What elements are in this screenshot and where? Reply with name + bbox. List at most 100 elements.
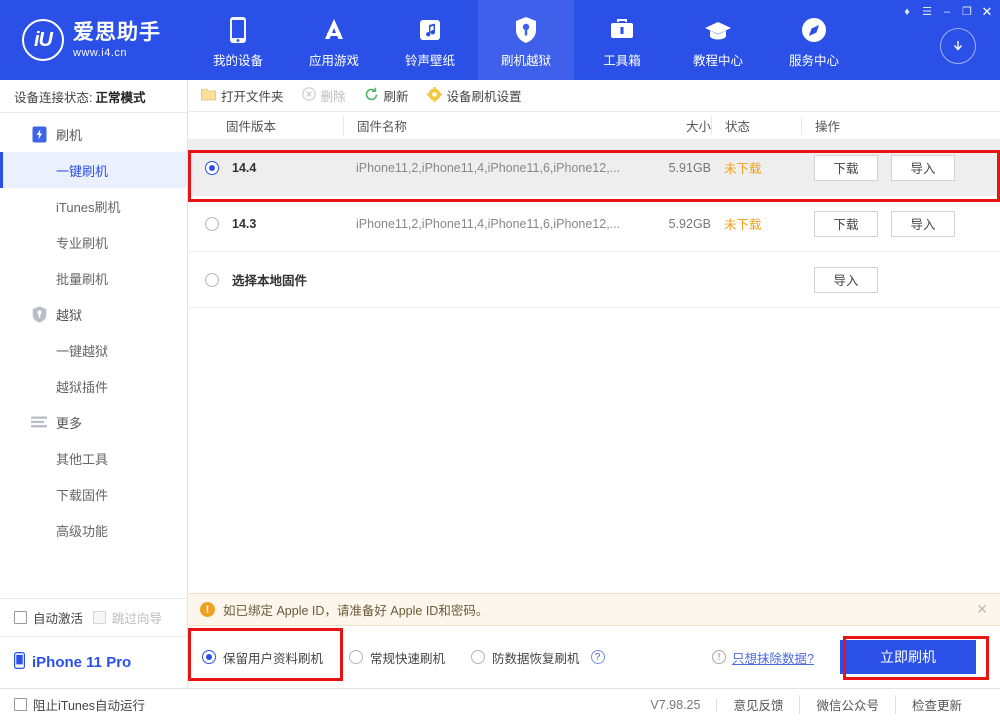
sidebar-item-download-firmware[interactable]: 下载固件: [0, 476, 187, 512]
maximize-icon[interactable]: ❐: [957, 3, 977, 20]
sidebar-item-flash[interactable]: 刷机: [0, 116, 187, 152]
flash-jailbreak-icon: [514, 15, 538, 45]
firmware-name: iPhone11,2,iPhone11,4,iPhone11,6,iPhone1…: [356, 216, 621, 231]
firmware-status: 未下载: [724, 162, 762, 176]
download-circle-icon[interactable]: [940, 28, 976, 64]
minimize-icon[interactable]: –: [937, 3, 957, 20]
option-keep-user-data[interactable]: 保留用户资料刷机: [202, 648, 323, 667]
main-nav: 我的设备 应用游戏 铃声壁纸 刷机越狱 工具箱 教程中心 服务中心: [190, 0, 862, 80]
local-import-button[interactable]: 导入: [814, 266, 878, 293]
nav-item-toolbox[interactable]: 工具箱: [574, 0, 670, 80]
table-row[interactable]: 14.3 iPhone11,2,iPhone11,4,iPhone11,6,iP…: [188, 196, 1000, 252]
app-logo[interactable]: iU 爱思助手 www.i4.cn: [0, 0, 190, 80]
column-header-size: 大小: [685, 120, 711, 134]
close-icon[interactable]: ✕: [977, 3, 997, 20]
sidebar-item-one-key-jailbreak[interactable]: 一键越狱: [0, 332, 187, 368]
device-name: iPhone 11 Pro: [32, 654, 132, 671]
logo-mark-icon: iU: [22, 19, 64, 61]
firmware-version-cell: 14.4: [188, 160, 343, 175]
sidebar-item-more[interactable]: 更多: [0, 404, 187, 440]
logo-url: www.i4.cn: [73, 47, 128, 59]
column-header-action: 操作: [801, 116, 991, 135]
table-row[interactable]: 14.4 iPhone11,2,iPhone11,4,iPhone11,6,iP…: [188, 140, 1000, 196]
import-button[interactable]: 导入: [891, 154, 955, 181]
nav-item-ringtone-wallpaper[interactable]: 铃声壁纸: [382, 0, 478, 80]
option-radio[interactable]: [471, 650, 486, 664]
logo-name: 爱思助手: [73, 20, 161, 44]
open-folder-button[interactable]: 打开文件夹: [201, 86, 284, 105]
wechat-link[interactable]: 微信公众号: [800, 695, 896, 714]
sidebar-item-jailbreak-plugins[interactable]: 越狱插件: [0, 368, 187, 404]
auto-activate-checkbox[interactable]: 自动激活: [14, 608, 83, 627]
sidebar-item-batch-flash[interactable]: 批量刷机: [0, 260, 187, 296]
sidebar-item-other-tools[interactable]: 其他工具: [0, 440, 187, 476]
local-firmware-radio[interactable]: [205, 272, 219, 287]
sidebar-item-label: 更多: [56, 415, 83, 431]
sidebar-item-label: 下载固件: [56, 487, 109, 503]
column-header-status: 状态: [711, 116, 801, 135]
firmware-radio[interactable]: [205, 160, 219, 175]
connected-device[interactable]: iPhone 11 Pro: [0, 636, 187, 688]
connection-status-value: 正常模式: [95, 90, 146, 105]
sidebar-item-one-key-flash[interactable]: 一键刷机: [0, 152, 187, 188]
nav-item-service-center[interactable]: 服务中心: [766, 0, 862, 80]
column-header-version: 固件版本: [226, 120, 277, 134]
flash-now-button[interactable]: 立即刷机: [840, 640, 976, 674]
sidebar-item-label: 专业刷机: [56, 235, 109, 251]
nav-item-apps-games[interactable]: 应用游戏: [286, 0, 382, 80]
status-bar-links: V7.98.25 意见反馈 微信公众号 检查更新: [634, 695, 978, 714]
refresh-button[interactable]: 刷新: [364, 86, 409, 105]
nav-item-flash-jailbreak[interactable]: 刷机越狱: [478, 0, 574, 80]
device-flash-settings-button[interactable]: 设备刷机设置: [426, 86, 522, 105]
music-icon: [417, 15, 443, 45]
firmware-radio[interactable]: [205, 216, 219, 231]
sidebar-item-label: 一键刷机: [56, 163, 109, 179]
phone-small-icon: [14, 652, 26, 673]
firmware-status: 未下载: [724, 218, 762, 232]
sidebar-item-advanced[interactable]: 高级功能: [0, 512, 187, 548]
skin-icon[interactable]: ♦: [897, 3, 917, 20]
menu-icon[interactable]: ☰: [917, 3, 937, 20]
gear-icon: [426, 86, 442, 105]
nav-label: 刷机越狱: [500, 54, 551, 68]
option-label: 防数据恢复刷机: [492, 651, 580, 666]
notice-close-icon[interactable]: ✕: [976, 601, 988, 618]
erase-data-link[interactable]: ! 只想抹除数据?: [712, 648, 814, 667]
download-button[interactable]: 下载: [814, 154, 878, 181]
auto-activate-label: 自动激活: [33, 612, 84, 626]
refresh-label: 刷新: [383, 90, 409, 104]
nav-label: 工具箱: [603, 54, 641, 68]
local-firmware-row[interactable]: 选择本地固件 导入: [188, 252, 1000, 308]
compass-icon: [800, 15, 828, 45]
import-button[interactable]: 导入: [891, 210, 955, 237]
info-icon: !: [712, 650, 727, 664]
option-radio[interactable]: [202, 650, 216, 664]
option-radio[interactable]: [349, 650, 364, 664]
nav-label: 应用游戏: [308, 54, 359, 68]
firmware-actions: 下载 导入: [801, 210, 991, 237]
help-icon[interactable]: ?: [590, 650, 605, 664]
local-firmware-label: 选择本地固件: [232, 274, 308, 288]
nav-item-tutorial-center[interactable]: 教程中心: [670, 0, 766, 80]
nav-label: 教程中心: [692, 54, 743, 68]
sidebar-item-jailbreak[interactable]: 越狱: [0, 296, 187, 332]
nav-label: 我的设备: [212, 54, 263, 68]
skip-guide-checkbox[interactable]: 跳过向导: [93, 608, 162, 627]
option-anti-recovery-flash[interactable]: 防数据恢复刷机 ?: [471, 648, 605, 667]
block-itunes-checkbox[interactable]: 阻止iTunes自动运行: [14, 695, 145, 714]
sidebar-item-label: 越狱: [56, 307, 83, 323]
local-firmware-actions: 导入: [801, 266, 991, 293]
sidebar-item-pro-flash[interactable]: 专业刷机: [0, 224, 187, 260]
option-normal-fast-flash[interactable]: 常规快速刷机: [349, 648, 445, 667]
sidebar-item-label: 批量刷机: [56, 271, 109, 287]
option-label: 常规快速刷机: [370, 651, 446, 666]
sidebar-item-itunes-flash[interactable]: iTunes刷机: [0, 188, 187, 224]
nav-item-my-device[interactable]: 我的设备: [190, 0, 286, 80]
feedback-link[interactable]: 意见反馈: [717, 695, 801, 714]
delete-label: 删除: [320, 90, 346, 104]
check-update-link[interactable]: 检查更新: [896, 695, 978, 714]
connection-status-label: 设备连接状态:: [14, 90, 93, 105]
status-bar: 阻止iTunes自动运行 V7.98.25 意见反馈 微信公众号 检查更新: [0, 688, 1000, 720]
download-button[interactable]: 下载: [814, 210, 878, 237]
firmware-toolbar: 打开文件夹 删除 刷新 设备刷机设置: [188, 80, 1000, 112]
